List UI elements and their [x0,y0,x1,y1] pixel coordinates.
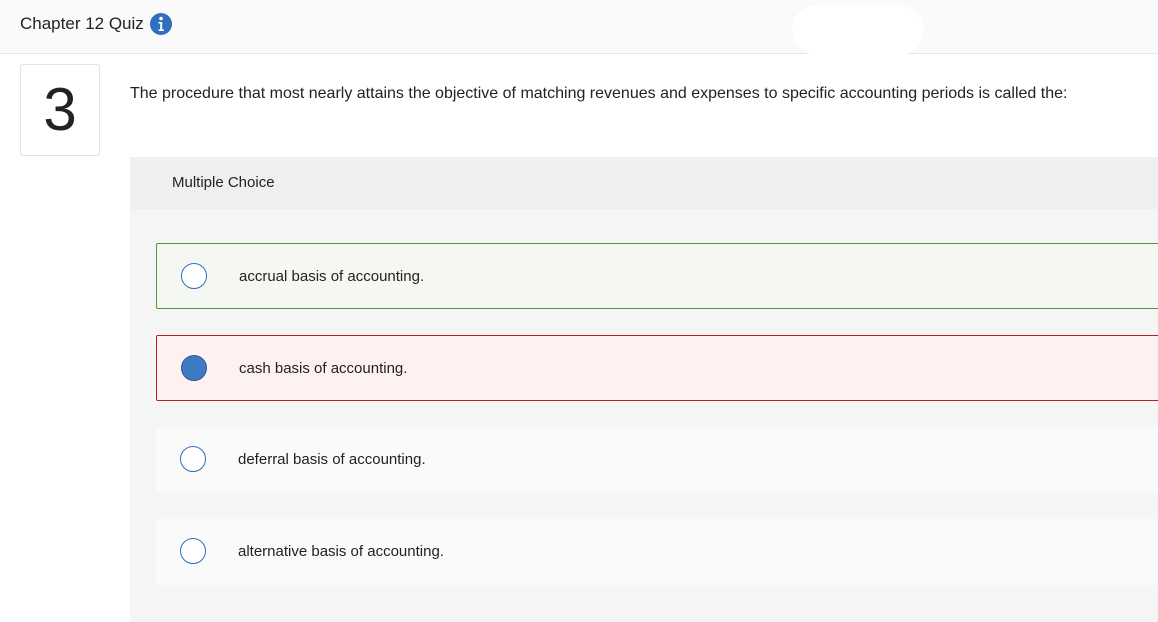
answer-option-accrual[interactable]: accrual basis of accounting. [156,243,1158,309]
answer-option-label: alternative basis of accounting. [238,543,444,560]
answer-option-label: deferral basis of accounting. [238,451,426,468]
multiple-choice-panel: Multiple Choice accrual basis of account… [130,157,1158,622]
answer-option-cash[interactable]: cash basis of accounting. [156,335,1158,401]
radio-button[interactable] [180,538,206,564]
answer-option-alternative[interactable]: alternative basis of accounting. [156,519,1158,585]
question-number: 3 [20,64,100,156]
redaction-blob [792,5,924,55]
question-text: The procedure that most nearly attains t… [130,85,1068,102]
answer-option-label: cash basis of accounting. [239,360,408,377]
radio-button[interactable] [180,446,206,472]
question-type-label: Multiple Choice [172,174,275,191]
quiz-title: Chapter 12 Quiz [20,14,144,33]
quiz-header: Chapter 12 Quiz [0,0,1158,55]
info-circle-icon[interactable] [149,12,173,36]
radio-button[interactable] [181,263,207,289]
question-type-bar: Multiple Choice [130,157,1158,209]
radio-button-selected[interactable] [181,355,207,381]
answer-option-deferral[interactable]: deferral basis of accounting. [156,427,1158,493]
answer-option-label: accrual basis of accounting. [239,268,425,285]
